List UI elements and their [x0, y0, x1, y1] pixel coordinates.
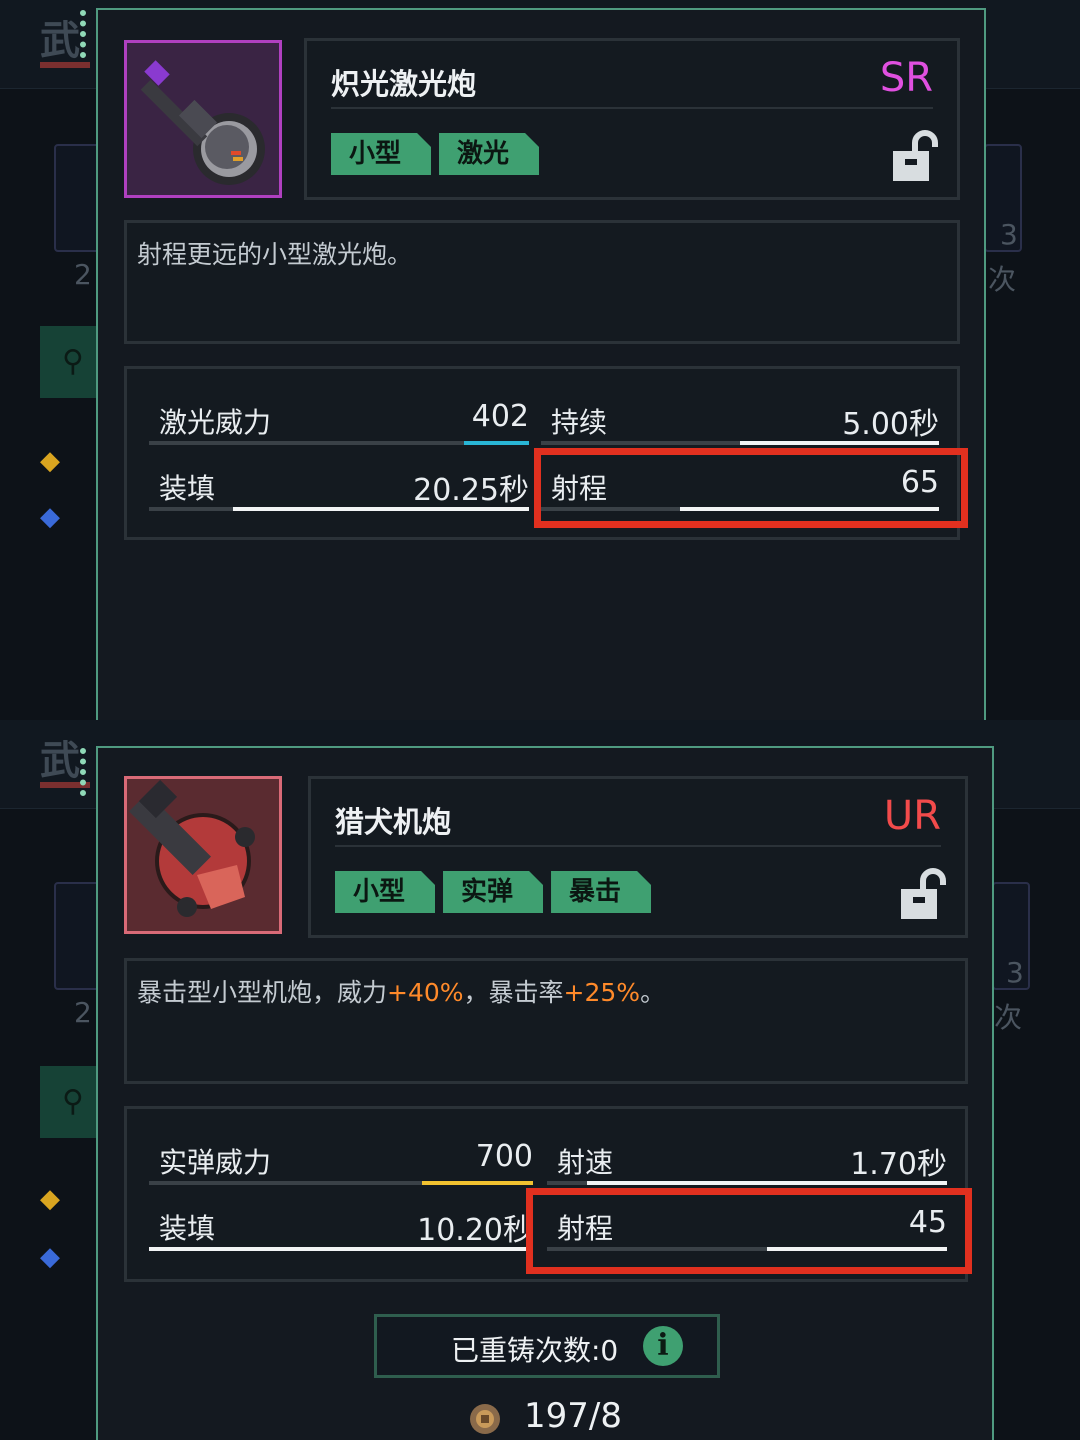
weapon-name: 猎犬机炮	[335, 805, 452, 839]
weapon-icon-box	[124, 40, 282, 198]
stat-power: 激光威力 402	[149, 397, 529, 445]
screenshot-sr-weapon: 武 2 3 次 ⚲ ◆ ◆ 炽光激光炮 SR 小型 激光 射程更远的小型激光炮。…	[0, 0, 1080, 720]
stat-label: 射速	[557, 1146, 614, 1179]
tag-type: 实弹	[443, 871, 543, 913]
stat-label: 装填	[159, 472, 216, 505]
range-highlight-box	[534, 448, 968, 528]
unlock-icon[interactable]	[891, 127, 939, 183]
tag-size: 小型	[331, 133, 431, 175]
stat-label: 激光威力	[159, 406, 272, 439]
screenshot-ur-weapon: 武 2 3 次 ⚲ ◆ ◆ 猎犬机炮 UR 小型 实弹 暴击 暴击型小型机炮，威…	[0, 720, 1080, 1440]
stat-bar	[547, 1181, 947, 1185]
background-count-right: 3	[1000, 218, 1018, 251]
background-page-title: 武	[40, 18, 80, 64]
stat-value: 5.00秒	[842, 407, 939, 442]
stat-bar	[149, 507, 529, 511]
weapon-detail-modal: 炽光激光炮 SR 小型 激光 射程更远的小型激光炮。 激光威力 402 持续 5…	[80, 8, 986, 720]
weapon-detail-modal: 猎犬机炮 UR 小型 实弹 暴击 暴击型小型机炮，威力+40%，暴击率+25%。…	[80, 746, 994, 1440]
gear-coin-icon	[470, 1404, 500, 1434]
blue-gem-icon: ◆	[40, 502, 60, 532]
background-page-title: 武	[40, 738, 80, 784]
stat-fire-rate: 射速 1.70秒	[547, 1137, 947, 1185]
stat-reload: 装填 20.25秒	[149, 463, 529, 511]
background-times-right: 次	[994, 1001, 1023, 1034]
background-search-button: ⚲	[40, 326, 100, 398]
background-count-left: 2	[74, 258, 92, 291]
info-icon[interactable]: i	[643, 1326, 683, 1366]
stat-bar	[541, 441, 939, 445]
stat-value: 402	[471, 399, 529, 434]
unlock-icon[interactable]	[899, 865, 947, 921]
reforge-count-label: 已重铸次数:0	[451, 1334, 619, 1367]
gold-gem-icon: ◆	[40, 1184, 60, 1214]
stat-bar-fill	[232, 507, 529, 511]
background-count-left: 2	[74, 996, 92, 1029]
stat-power: 实弹威力 700	[149, 1137, 533, 1185]
stat-label: 实弹威力	[159, 1146, 272, 1179]
rarity-badge: SR	[879, 55, 933, 101]
background-times-right: 次	[988, 263, 1017, 296]
stat-bar	[149, 1181, 533, 1185]
search-icon: ⚲	[62, 1084, 84, 1119]
weapon-header: 猎犬机炮 UR 小型 实弹 暴击	[308, 776, 968, 938]
stat-value: 20.25秒	[413, 473, 529, 508]
weapon-tags: 小型 激光	[331, 133, 539, 175]
crit-rate-bonus: +25%	[563, 978, 641, 1007]
weapon-header: 炽光激光炮 SR 小型 激光	[304, 38, 960, 200]
description-text: 。	[640, 978, 666, 1007]
tag-crit: 暴击	[551, 871, 651, 913]
stat-reload: 装填 10.20秒	[149, 1203, 533, 1251]
autocannon-icon	[128, 779, 255, 917]
header-divider	[335, 845, 941, 847]
stat-value: 700	[475, 1139, 533, 1174]
stat-bar-fill	[421, 1181, 533, 1185]
stat-bar-fill	[587, 1181, 947, 1185]
material-cost-value: 197/8	[524, 1396, 622, 1436]
stat-bar	[149, 441, 529, 445]
background-tab-underline	[40, 62, 90, 68]
power-bonus: +40%	[387, 978, 464, 1007]
stat-label: 装填	[159, 1212, 216, 1245]
reforge-count-button[interactable]: 已重铸次数:0 i	[374, 1314, 720, 1378]
weapon-icon-box	[124, 776, 282, 934]
search-icon: ⚲	[62, 344, 84, 379]
stat-bar-fill	[740, 441, 939, 445]
rarity-badge: UR	[883, 793, 941, 839]
stat-bar-fill	[149, 1247, 533, 1251]
stat-bar-fill	[464, 441, 529, 445]
background-card-left	[54, 882, 102, 990]
background-search-button: ⚲	[40, 1066, 100, 1138]
background-card-left	[54, 144, 102, 252]
weapon-tags: 小型 实弹 暴击	[335, 871, 651, 913]
weapon-description: 暴击型小型机炮，威力+40%，暴击率+25%。	[124, 958, 968, 1084]
background-count-right: 3	[1006, 956, 1024, 989]
stat-value: 10.20秒	[417, 1213, 533, 1248]
description-text: 射程更远的小型激光炮。	[137, 240, 413, 269]
description-text: 暴击型小型机炮，威力	[137, 978, 388, 1007]
tag-size: 小型	[335, 871, 435, 913]
description-text: ，暴击率	[463, 978, 564, 1007]
gold-gem-icon: ◆	[40, 446, 60, 476]
stat-value: 1.70秒	[850, 1147, 947, 1182]
stat-label: 持续	[551, 406, 608, 439]
range-highlight-box	[526, 1188, 972, 1274]
laser-cannon-icon	[140, 60, 265, 185]
header-divider	[331, 107, 933, 109]
stat-bar	[149, 1247, 533, 1251]
tag-type: 激光	[439, 133, 539, 175]
stat-duration: 持续 5.00秒	[541, 397, 939, 445]
weapon-description: 射程更远的小型激光炮。	[124, 220, 960, 344]
blue-gem-icon: ◆	[40, 1242, 60, 1272]
weapon-name: 炽光激光炮	[331, 67, 477, 101]
